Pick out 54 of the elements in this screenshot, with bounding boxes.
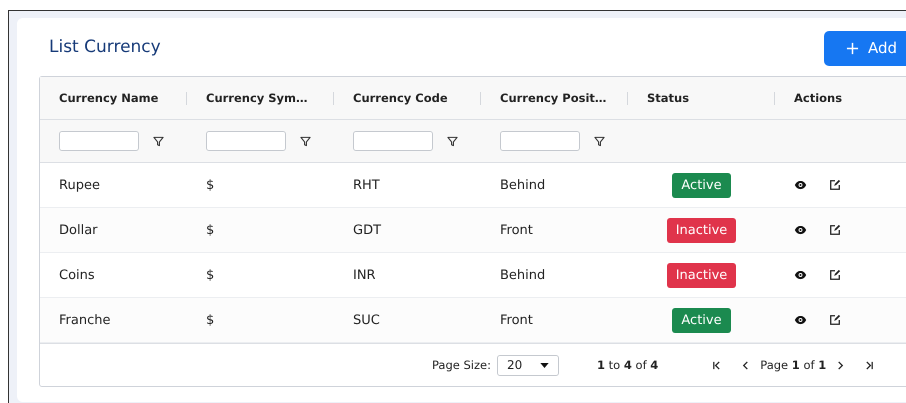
page-size-label: Page Size:: [432, 358, 491, 372]
next-page-icon[interactable]: [836, 360, 846, 370]
caret-icon: [540, 362, 549, 368]
last-page-icon[interactable]: [865, 360, 874, 370]
filter-input[interactable]: [353, 131, 433, 151]
add-button[interactable]: Add: [824, 30, 906, 66]
view-icon[interactable]: [794, 270, 807, 280]
column-header[interactable]: Currency Name: [59, 91, 158, 105]
table-cell: GDT: [353, 222, 382, 238]
table-cell: $: [206, 312, 214, 328]
table-cell: Dollar: [59, 222, 98, 238]
table-cell: Front: [500, 312, 533, 328]
status-badge: Inactive: [666, 262, 736, 288]
column-header[interactable]: Currency Sym…: [206, 91, 308, 105]
filter-icon[interactable]: [153, 136, 164, 146]
table-cell: Rupee: [59, 178, 100, 192]
table-cell: Behind: [500, 178, 546, 192]
edit-icon[interactable]: [829, 314, 841, 326]
column-header[interactable]: Currency Code: [353, 91, 448, 105]
table-cell: Franche: [59, 312, 110, 328]
column-header[interactable]: Currency Posit…: [500, 91, 606, 105]
view-icon[interactable]: [794, 180, 807, 190]
filter-input[interactable]: [59, 131, 139, 151]
table-cell: Behind: [500, 268, 546, 282]
record-range: 1 to 4 of 4: [596, 358, 658, 372]
filter-input[interactable]: [500, 131, 580, 151]
filter-icon[interactable]: [447, 136, 458, 146]
plus-icon: [846, 42, 859, 54]
column-header[interactable]: Actions: [794, 91, 842, 105]
page-size-select[interactable]: 20: [496, 354, 559, 376]
table-cell: SUC: [353, 312, 380, 328]
table-cell: $: [206, 178, 214, 192]
page-title: List Currency: [49, 37, 161, 57]
filter-input[interactable]: [206, 131, 286, 151]
edit-icon[interactable]: [829, 224, 841, 236]
view-icon[interactable]: [794, 315, 807, 325]
status-badge: Active: [672, 172, 731, 198]
view-icon[interactable]: [794, 225, 807, 235]
table-cell: RHT: [353, 178, 380, 192]
filter-icon[interactable]: [300, 136, 311, 146]
edit-icon[interactable]: [829, 269, 841, 281]
table-cell: $: [206, 268, 214, 282]
filter-icon[interactable]: [594, 136, 605, 146]
previous-page-icon[interactable]: [741, 360, 750, 370]
table-cell: $: [206, 222, 214, 238]
table-cell: Front: [500, 222, 533, 238]
status-badge: Inactive: [666, 218, 736, 242]
status-badge: Active: [672, 308, 731, 332]
table-cell: INR: [353, 268, 376, 282]
page-indicator: Page 1 of 1: [760, 358, 826, 372]
table-cell: Coins: [59, 268, 95, 282]
column-header[interactable]: Status: [647, 91, 690, 105]
first-page-icon[interactable]: [712, 360, 722, 370]
edit-icon[interactable]: [829, 179, 841, 191]
